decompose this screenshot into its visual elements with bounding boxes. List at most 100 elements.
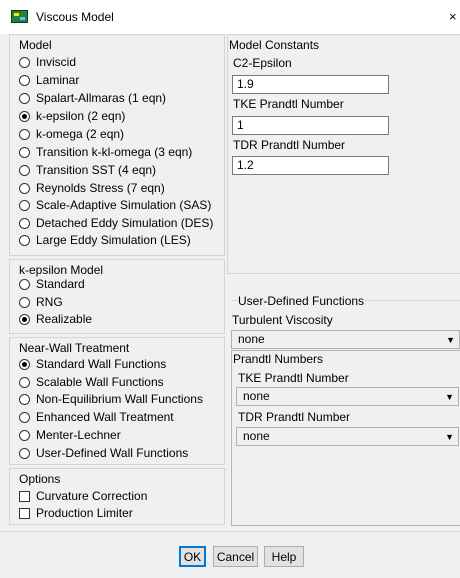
- model-option-laminar[interactable]: Laminar: [19, 72, 79, 88]
- tdr-prandtl-label: TDR Prandtl Number: [233, 138, 346, 152]
- tke-prandtl-label: TKE Prandtl Number: [233, 97, 344, 111]
- radio-label: Laminar: [36, 73, 80, 87]
- radio-label: RNG: [36, 295, 63, 309]
- near-wall-option-user-defined[interactable]: User-Defined Wall Functions: [19, 445, 188, 461]
- radio-icon[interactable]: [19, 199, 30, 211]
- radio-label: Spalart-Allmaras (1 eqn): [36, 91, 167, 105]
- near-wall-option-non-equilibrium[interactable]: Non-Equilibrium Wall Functions: [19, 391, 203, 407]
- radio-icon[interactable]: [19, 296, 30, 308]
- near-wall-option-enhanced[interactable]: Enhanced Wall Treatment: [19, 409, 174, 425]
- model-option-les[interactable]: Large Eddy Simulation (LES): [19, 232, 191, 248]
- cancel-button[interactable]: Cancel: [213, 546, 258, 567]
- radio-label: User-Defined Wall Functions: [36, 446, 189, 460]
- k-epsilon-option-standard[interactable]: Standard: [19, 276, 85, 292]
- radio-label: Detached Eddy Simulation (DES): [36, 216, 214, 230]
- title-bar: Viscous Model ×: [0, 0, 460, 34]
- dialog-body: Model Inviscid Laminar Spalart-Allmaras …: [0, 34, 460, 578]
- k-epsilon-option-realizable[interactable]: Realizable: [19, 311, 92, 327]
- select-value: none: [238, 332, 265, 346]
- model-option-k-epsilon[interactable]: k-epsilon (2 eqn): [19, 108, 125, 124]
- model-group: Model Inviscid Laminar Spalart-Allmaras …: [9, 34, 225, 256]
- checkbox-label: Curvature Correction: [36, 489, 148, 503]
- model-option-inviscid[interactable]: Inviscid: [19, 54, 76, 70]
- near-wall-option-scalable[interactable]: Scalable Wall Functions: [19, 374, 164, 390]
- radio-icon[interactable]: [19, 146, 30, 158]
- checkbox-icon[interactable]: [19, 490, 30, 502]
- model-option-sas[interactable]: Scale-Adaptive Simulation (SAS): [19, 197, 211, 213]
- radio-label: k-epsilon (2 eqn): [36, 109, 126, 123]
- model-option-transition-sst[interactable]: Transition SST (4 eqn): [19, 162, 156, 178]
- radio-label: Scalable Wall Functions: [36, 375, 164, 389]
- radio-label: Standard: [36, 277, 85, 291]
- dropdown-arrow-icon: ▼: [446, 335, 455, 345]
- radio-icon-selected[interactable]: [19, 358, 30, 370]
- turbulent-viscosity-label: Turbulent Viscosity: [232, 313, 333, 327]
- close-icon[interactable]: ×: [449, 9, 457, 24]
- radio-label: Transition SST (4 eqn): [36, 163, 157, 177]
- model-option-reynolds-stress[interactable]: Reynolds Stress (7 eqn): [19, 180, 165, 196]
- dropdown-arrow-icon: ▼: [445, 392, 454, 402]
- model-option-k-omega[interactable]: k-omega (2 eqn): [19, 126, 124, 142]
- radio-label: Inviscid: [36, 55, 77, 69]
- radio-label: k-omega (2 eqn): [36, 127, 125, 141]
- radio-icon-selected[interactable]: [19, 110, 30, 122]
- prandtl-numbers-title: Prandtl Numbers: [233, 352, 324, 366]
- udf-tdr-prandtl-select[interactable]: none ▼: [236, 427, 459, 446]
- model-option-transition-k-kl-omega[interactable]: Transition k-kl-omega (3 eqn): [19, 144, 192, 160]
- radio-icon[interactable]: [19, 447, 30, 459]
- radio-icon[interactable]: [19, 234, 30, 246]
- radio-label: Enhanced Wall Treatment: [36, 410, 174, 424]
- radio-icon[interactable]: [19, 92, 30, 104]
- k-epsilon-option-rng[interactable]: RNG: [19, 294, 63, 310]
- udf-separator-left: [231, 300, 237, 301]
- near-wall-option-standard[interactable]: Standard Wall Functions: [19, 356, 166, 372]
- udf-title: User-Defined Functions: [238, 294, 365, 308]
- radio-icon[interactable]: [19, 182, 30, 194]
- turbulent-viscosity-select[interactable]: none ▼: [231, 330, 460, 349]
- model-option-spalart-allmaras[interactable]: Spalart-Allmaras (1 eqn): [19, 90, 166, 106]
- radio-icon[interactable]: [19, 56, 30, 68]
- c2-epsilon-label: C2-Epsilon: [233, 56, 292, 70]
- radio-icon[interactable]: [19, 411, 30, 423]
- option-curvature-correction[interactable]: Curvature Correction: [19, 488, 147, 504]
- radio-icon[interactable]: [19, 278, 30, 290]
- buttons-separator: [0, 531, 460, 532]
- model-group-title: Model: [19, 38, 52, 52]
- k-epsilon-group-title: k-epsilon Model: [19, 263, 104, 277]
- c2-epsilon-input[interactable]: 1.9: [232, 75, 389, 94]
- model-constants-group: Model Constants C2-Epsilon 1.9 TKE Prand…: [227, 34, 460, 274]
- radio-label: Non-Equilibrium Wall Functions: [36, 392, 203, 406]
- ok-button[interactable]: OK: [179, 546, 206, 567]
- option-production-limiter[interactable]: Production Limiter: [19, 505, 133, 521]
- radio-icon-selected[interactable]: [19, 313, 30, 325]
- udf-tdr-prandtl-label: TDR Prandtl Number: [238, 410, 351, 424]
- checkbox-label: Production Limiter: [36, 506, 133, 520]
- model-option-des[interactable]: Detached Eddy Simulation (DES): [19, 215, 213, 231]
- radio-icon[interactable]: [19, 217, 30, 229]
- near-wall-group-title: Near-Wall Treatment: [19, 341, 130, 355]
- select-value: none: [243, 389, 270, 403]
- tdr-prandtl-input[interactable]: 1.2: [232, 156, 389, 175]
- options-group-title: Options: [19, 472, 61, 486]
- checkbox-icon[interactable]: [19, 507, 30, 519]
- model-constants-title: Model Constants: [229, 38, 320, 52]
- udf-tke-prandtl-label: TKE Prandtl Number: [238, 371, 349, 385]
- radio-icon[interactable]: [19, 393, 30, 405]
- dropdown-arrow-icon: ▼: [445, 432, 454, 442]
- radio-icon[interactable]: [19, 74, 30, 86]
- radio-label: Standard Wall Functions: [36, 357, 167, 371]
- radio-label: Realizable: [36, 312, 93, 326]
- tke-prandtl-input[interactable]: 1: [232, 116, 389, 135]
- udf-separator-right: [364, 300, 460, 301]
- radio-icon[interactable]: [19, 429, 30, 441]
- radio-icon[interactable]: [19, 128, 30, 140]
- near-wall-treatment-group: Near-Wall Treatment Standard Wall Functi…: [9, 337, 225, 465]
- near-wall-option-menter-lechner[interactable]: Menter-Lechner: [19, 427, 121, 443]
- radio-label: Menter-Lechner: [36, 428, 121, 442]
- help-button[interactable]: Help: [264, 546, 304, 567]
- radio-icon[interactable]: [19, 164, 30, 176]
- radio-icon[interactable]: [19, 376, 30, 388]
- options-group: Options Curvature Correction Production …: [9, 468, 225, 525]
- udf-tke-prandtl-select[interactable]: none ▼: [236, 387, 459, 406]
- fluent-app-icon: [11, 10, 28, 23]
